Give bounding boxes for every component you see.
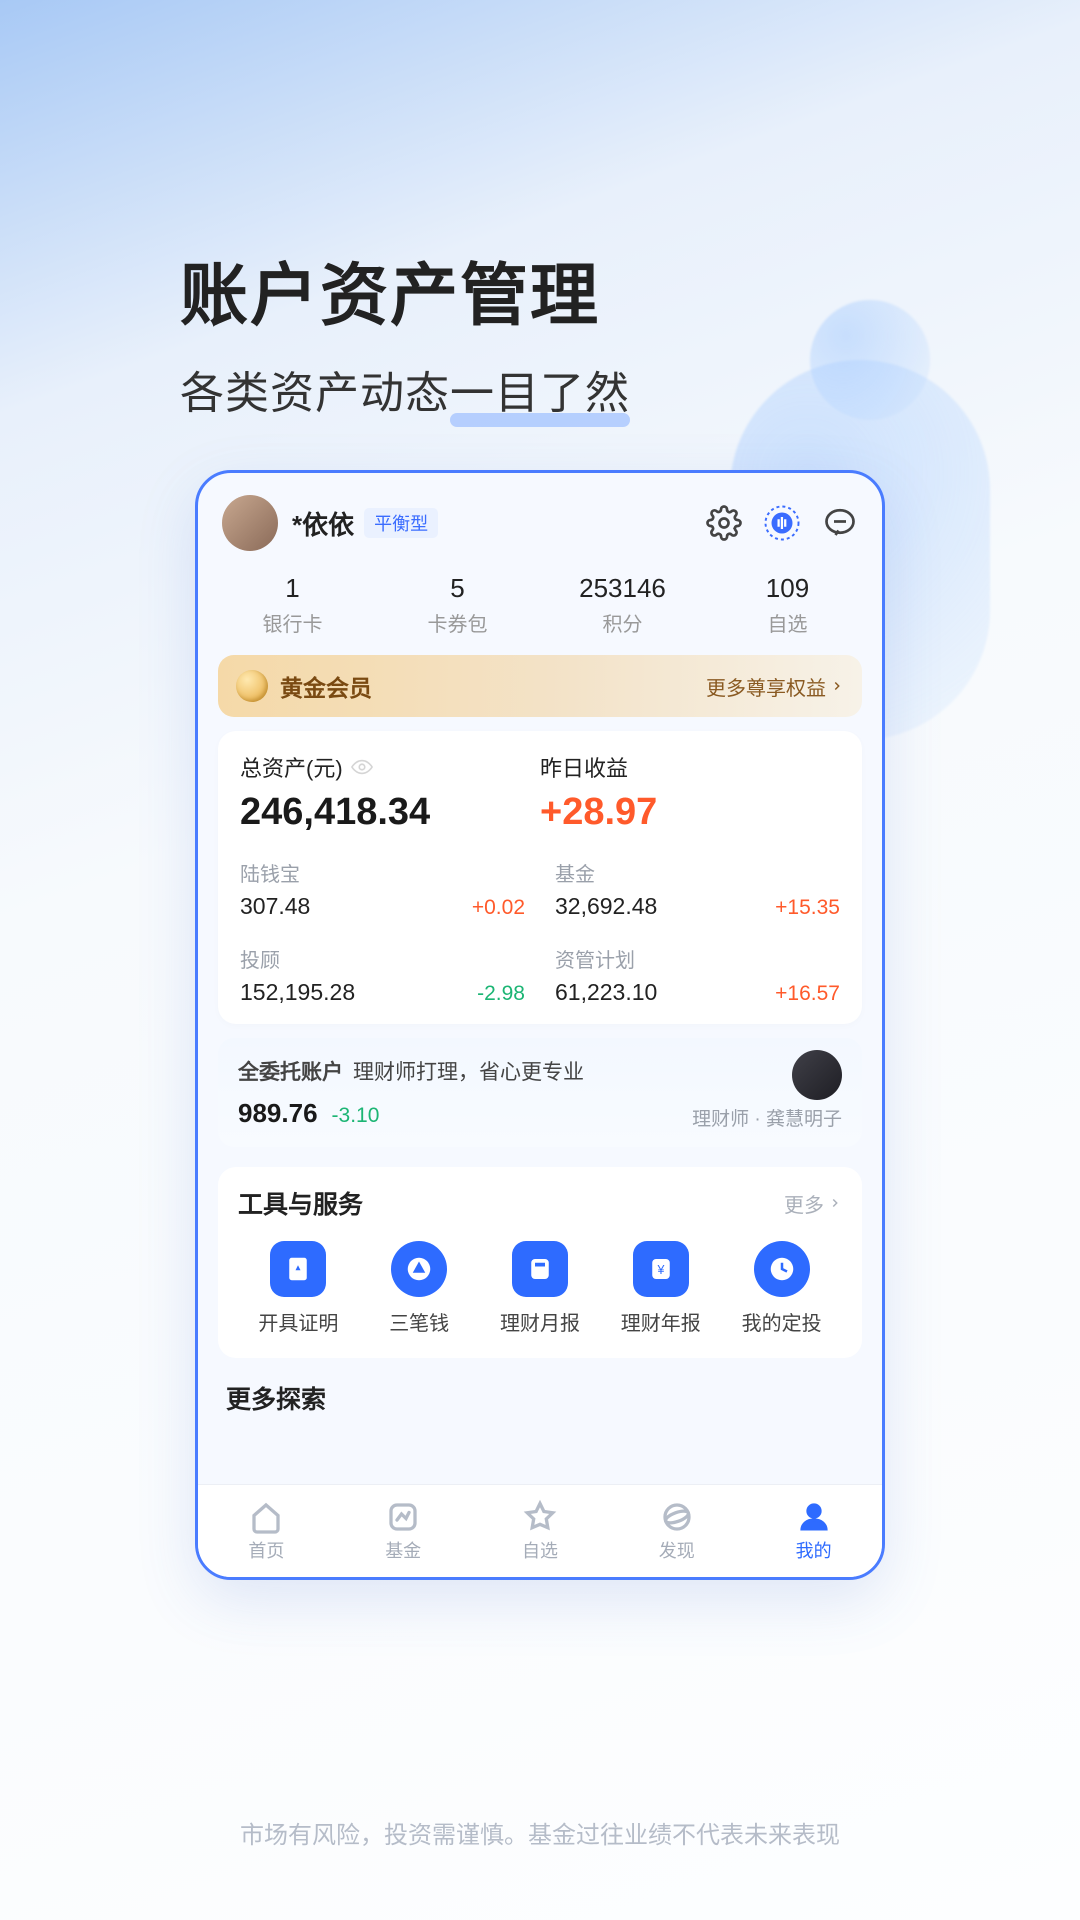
svg-text:¥: ¥ — [656, 1263, 664, 1277]
stat-coupons[interactable]: 5 卡券包 — [375, 573, 540, 637]
holding-cell[interactable]: 投顾 152,195.28 -2.98 — [240, 944, 525, 1006]
tab-icon — [522, 1499, 558, 1535]
tab-icon — [659, 1499, 695, 1535]
tool-item[interactable]: 理财月报 — [480, 1241, 601, 1336]
tab-0[interactable]: 首页 — [198, 1485, 335, 1577]
gold-member-bar[interactable]: 黄金会员 更多尊享权益 — [218, 655, 862, 717]
avatar[interactable] — [222, 495, 278, 551]
tool-item[interactable]: 三笔钱 — [359, 1241, 480, 1336]
eye-icon[interactable] — [351, 756, 373, 778]
stat-points[interactable]: 253146 积分 — [540, 573, 705, 637]
phone-frame: *依依 平衡型 1 银行卡 5 卡券包 253146 积分 — [195, 470, 885, 1580]
tab-icon — [796, 1499, 832, 1535]
tab-bar: 首页 基金 自选 发现 我的 — [198, 1485, 882, 1577]
explore-title: 更多探索 — [226, 1380, 854, 1416]
advisor-name: 理财师 · 龚慧明子 — [692, 1104, 842, 1131]
tab-icon — [385, 1499, 421, 1535]
settings-icon[interactable] — [706, 505, 742, 541]
hero-title: 账户资产管理 — [180, 240, 630, 339]
stats-row: 1 银行卡 5 卡券包 253146 积分 109 自选 — [198, 567, 882, 655]
tools-title: 工具与服务 — [238, 1185, 363, 1221]
tool-icon: ¥ — [633, 1241, 689, 1297]
advisor-avatar[interactable] — [792, 1050, 842, 1100]
stat-bankcards[interactable]: 1 银行卡 — [210, 573, 375, 637]
tool-icon — [754, 1241, 810, 1297]
total-assets[interactable]: 总资产(元) 246,418.34 — [240, 751, 540, 834]
holding-cell[interactable]: 陆钱宝 307.48 +0.02 — [240, 858, 525, 920]
tools-card: 工具与服务 更多 开具证明 三笔钱 理财月报¥ 理财年报 我的定投 — [218, 1167, 862, 1358]
trust-account-card[interactable]: 全委托账户理财师打理，省心更专业 989.76 -3.10 理财师 · 龚慧明子 — [218, 1038, 862, 1147]
voice-icon[interactable] — [764, 505, 800, 541]
assets-card: 总资产(元) 246,418.34 昨日收益 +28.97 陆钱宝 307.48… — [218, 731, 862, 1024]
tab-1[interactable]: 基金 — [335, 1485, 472, 1577]
tool-item[interactable]: ¥ 理财年报 — [600, 1241, 721, 1336]
tab-icon — [248, 1499, 284, 1535]
tool-icon — [270, 1241, 326, 1297]
tool-icon — [391, 1241, 447, 1297]
tool-item[interactable]: 开具证明 — [238, 1241, 359, 1336]
tab-2[interactable]: 自选 — [472, 1485, 609, 1577]
gold-coin-icon — [236, 670, 268, 702]
gold-more[interactable]: 更多尊享权益 — [706, 672, 844, 701]
stat-watchlist[interactable]: 109 自选 — [705, 573, 870, 637]
username[interactable]: *依依 — [292, 505, 354, 542]
tab-4[interactable]: 我的 — [745, 1485, 882, 1577]
tools-more[interactable]: 更多 — [784, 1189, 842, 1218]
risk-tag[interactable]: 平衡型 — [364, 508, 438, 538]
disclaimer: 市场有风险，投资需谨慎。基金过往业绩不代表未来表现 — [0, 1815, 1080, 1850]
hero: 账户资产管理 各类资产动态一目了然 — [180, 240, 630, 421]
tool-icon — [512, 1241, 568, 1297]
hero-subtitle: 各类资产动态一目了然 — [180, 357, 630, 421]
holding-cell[interactable]: 资管计划 61,223.10 +16.57 — [555, 944, 840, 1006]
yesterday-profit[interactable]: 昨日收益 +28.97 — [540, 751, 840, 834]
gold-title: 黄金会员 — [280, 669, 372, 703]
tab-3[interactable]: 发现 — [608, 1485, 745, 1577]
tool-item[interactable]: 我的定投 — [721, 1241, 842, 1336]
holdings-grid: 陆钱宝 307.48 +0.02 基金 32,692.48 +15.35 投顾 15… — [240, 858, 840, 1006]
top-bar: *依依 平衡型 — [198, 473, 882, 567]
holding-cell[interactable]: 基金 32,692.48 +15.35 — [555, 858, 840, 920]
message-icon[interactable] — [822, 505, 858, 541]
